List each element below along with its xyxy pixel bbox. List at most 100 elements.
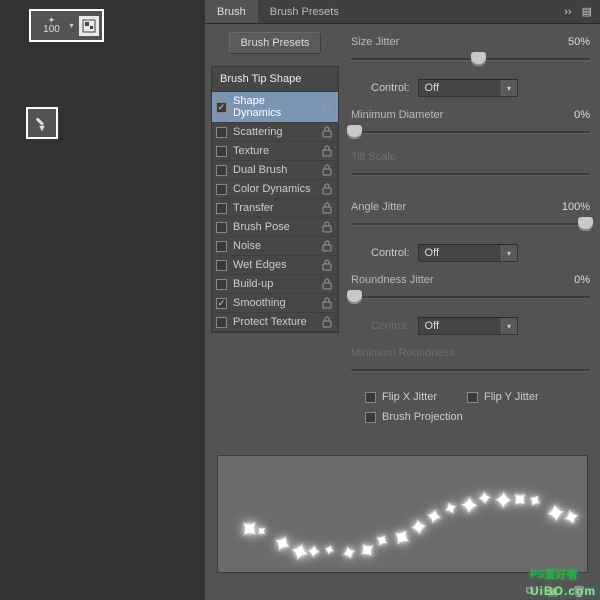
option-label: Wet Edges bbox=[233, 259, 314, 271]
lock-icon[interactable] bbox=[320, 240, 334, 252]
brush-icon bbox=[29, 110, 54, 135]
panel-tabs: Brush Brush Presets ›› ▤ bbox=[205, 0, 600, 24]
option-brush-pose[interactable]: Brush Pose bbox=[212, 218, 338, 237]
min-roundness-slider bbox=[351, 365, 590, 383]
options-column: Brush Presets Brush Tip Shape Shape Dyna… bbox=[205, 24, 343, 445]
lock-icon[interactable] bbox=[320, 126, 334, 138]
watermark: PS爱好者 UiBO.com bbox=[530, 561, 596, 598]
brush-presets-button[interactable]: Brush Presets bbox=[229, 32, 320, 54]
brush-size-label: 100 bbox=[43, 24, 60, 35]
lock-icon[interactable] bbox=[320, 145, 334, 157]
brush-tip-shape-item[interactable]: Brush Tip Shape bbox=[212, 67, 338, 92]
panel-toggle-icon bbox=[82, 19, 96, 33]
lock-icon[interactable] bbox=[320, 278, 334, 290]
option-label: Transfer bbox=[233, 202, 314, 214]
option-texture[interactable]: Texture bbox=[212, 142, 338, 161]
option-smoothing[interactable]: Smoothing bbox=[212, 294, 338, 313]
option-protect-texture[interactable]: Protect Texture bbox=[212, 313, 338, 332]
control-label: Control: bbox=[371, 247, 410, 259]
option-label: Shape Dynamics bbox=[233, 95, 314, 119]
checkbox-icon[interactable] bbox=[216, 298, 227, 309]
size-jitter-slider[interactable] bbox=[351, 54, 590, 72]
option-label: Protect Texture bbox=[233, 316, 314, 328]
option-shape-dynamics[interactable]: Shape Dynamics bbox=[212, 92, 338, 123]
tab-brush[interactable]: Brush bbox=[205, 0, 258, 23]
checkbox-icon[interactable] bbox=[216, 279, 227, 290]
option-label: Noise bbox=[233, 240, 314, 252]
brush-options-list: Brush Tip Shape Shape Dynamics Scattering… bbox=[211, 66, 339, 333]
angle-control-select[interactable]: Off▾ bbox=[418, 244, 518, 262]
lock-icon[interactable] bbox=[320, 183, 334, 195]
control-label: Control: bbox=[371, 320, 410, 332]
option-wet-edges[interactable]: Wet Edges bbox=[212, 256, 338, 275]
checkbox-icon bbox=[365, 412, 376, 423]
checkbox-icon[interactable] bbox=[216, 241, 227, 252]
tilt-scale-label: Tilt Scale bbox=[351, 151, 396, 163]
checkbox-icon[interactable] bbox=[216, 317, 227, 328]
sparkle-icon: ✦ bbox=[305, 540, 323, 564]
control-label: Control: bbox=[371, 82, 410, 94]
chevron-down-icon: ▾ bbox=[501, 245, 517, 261]
option-dual-brush[interactable]: Dual Brush bbox=[212, 161, 338, 180]
lock-icon[interactable] bbox=[320, 259, 334, 271]
checkbox-icon bbox=[467, 392, 478, 403]
expand-icon[interactable]: ›› bbox=[564, 6, 571, 18]
min-roundness-label: Minimum Roundness bbox=[351, 347, 454, 359]
sparkle-icon: ✦ bbox=[48, 16, 56, 24]
checkbox-icon[interactable] bbox=[216, 222, 227, 233]
option-label: Scattering bbox=[233, 126, 314, 138]
min-diameter-slider[interactable] bbox=[351, 127, 590, 145]
checkbox-icon[interactable] bbox=[216, 102, 227, 113]
size-jitter-label: Size Jitter bbox=[351, 36, 399, 48]
lock-icon[interactable] bbox=[320, 297, 334, 309]
option-label: Color Dynamics bbox=[233, 183, 314, 195]
roundness-jitter-value: 0% bbox=[574, 274, 590, 286]
option-label: Dual Brush bbox=[233, 164, 314, 176]
min-diameter-value: 0% bbox=[574, 109, 590, 121]
checkbox-icon[interactable] bbox=[216, 127, 227, 138]
roundness-jitter-slider[interactable] bbox=[351, 292, 590, 310]
checkbox-icon[interactable] bbox=[216, 146, 227, 157]
checkbox-icon bbox=[365, 392, 376, 403]
option-scattering[interactable]: Scattering bbox=[212, 123, 338, 142]
checkbox-icon[interactable] bbox=[216, 165, 227, 176]
brush-stroke-preview: ✦✦✦✦✦✦✦✦✦✦✦✦✦✦✦✦✦✦✦✦ bbox=[217, 455, 588, 573]
properties-column: Size Jitter 50% Control: Off▾ Minimum Dia… bbox=[343, 24, 600, 445]
size-jitter-value: 50% bbox=[568, 36, 590, 48]
lock-icon[interactable] bbox=[320, 101, 334, 113]
brush-panel: Brush Brush Presets ›› ▤ Brush Presets B… bbox=[205, 0, 600, 600]
lock-icon[interactable] bbox=[320, 316, 334, 328]
chevron-down-icon: ▾ bbox=[501, 318, 517, 334]
option-build-up[interactable]: Build-up bbox=[212, 275, 338, 294]
checkbox-icon[interactable] bbox=[216, 184, 227, 195]
chevron-down-icon: ▾ bbox=[501, 80, 517, 96]
brush-swatch: ✦ 100 bbox=[34, 16, 68, 35]
option-label: Smoothing bbox=[233, 297, 314, 309]
lock-icon[interactable] bbox=[320, 164, 334, 176]
brush-projection-checkbox[interactable]: Brush Projection bbox=[365, 411, 463, 423]
brush-preset-picker[interactable]: ✦ 100 ▾ bbox=[29, 9, 104, 42]
roundness-jitter-label: Roundness Jitter bbox=[351, 274, 434, 286]
option-color-dynamics[interactable]: Color Dynamics bbox=[212, 180, 338, 199]
flip-x-jitter-checkbox[interactable]: Flip X Jitter bbox=[365, 391, 437, 403]
lock-icon[interactable] bbox=[320, 221, 334, 233]
option-label: Texture bbox=[233, 145, 314, 157]
option-transfer[interactable]: Transfer bbox=[212, 199, 338, 218]
roundness-control-select[interactable]: Off▾ bbox=[418, 317, 518, 335]
option-noise[interactable]: Noise bbox=[212, 237, 338, 256]
checkbox-icon[interactable] bbox=[216, 203, 227, 214]
toggle-brush-panel-button[interactable] bbox=[79, 16, 99, 36]
flip-y-jitter-checkbox[interactable]: Flip Y Jitter bbox=[467, 391, 539, 403]
angle-jitter-value: 100% bbox=[562, 201, 590, 213]
tilt-scale-slider bbox=[351, 169, 590, 187]
option-label: Build-up bbox=[233, 278, 314, 290]
chevron-down-icon: ▾ bbox=[69, 21, 73, 30]
brush-tool-button[interactable] bbox=[26, 107, 58, 139]
angle-jitter-slider[interactable] bbox=[351, 219, 590, 237]
checkbox-icon[interactable] bbox=[216, 260, 227, 271]
tab-brush-presets[interactable]: Brush Presets bbox=[258, 0, 351, 23]
lock-icon[interactable] bbox=[320, 202, 334, 214]
panel-menu-icon[interactable]: ▤ bbox=[582, 5, 592, 18]
min-diameter-label: Minimum Diameter bbox=[351, 109, 443, 121]
size-control-select[interactable]: Off▾ bbox=[418, 79, 518, 97]
